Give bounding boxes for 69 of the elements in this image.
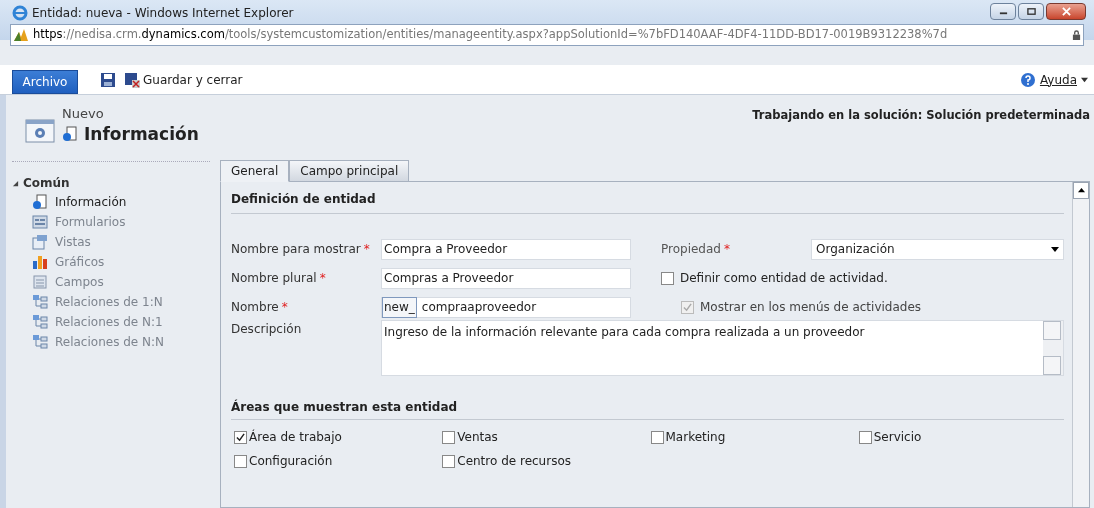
checkbox-label: Centro de recursos [457, 453, 571, 470]
close-icon [1061, 7, 1071, 16]
required-mark: * [363, 242, 370, 256]
checkbox[interactable] [442, 454, 456, 468]
field-label: Nombre * [231, 299, 289, 316]
grid-icon [32, 234, 48, 250]
text-field[interactable]: Compra a Proveedor [381, 238, 631, 260]
hierarchy-icon [32, 314, 48, 330]
document-icon [32, 274, 48, 290]
address-field[interactable]: https://nedisa.crm.dynamics.com/tools/systemcustomization/entities/manageentity.aspx?appSolutionId=%7bFD140AAF-4DF4-11DD-BD17-0019B9312238%7d [10, 24, 1084, 46]
logo-icon [13, 27, 29, 43]
nav-group-toggle[interactable]: Común [12, 174, 216, 192]
save-close-button[interactable]: Guardar y cerrar [124, 70, 243, 89]
checkbox-label: Configuración [249, 453, 333, 470]
info-page-icon [62, 126, 78, 142]
window-title: Entidad: nueva - Windows Internet Explorer [32, 5, 294, 22]
checkbox-label: Mostrar en los menús de actividades [700, 299, 922, 316]
checkbox[interactable] [661, 271, 674, 285]
close-button[interactable] [1046, 3, 1086, 20]
nav-item[interactable]: Información [12, 192, 216, 212]
checkbox-label: Área de trabajo [249, 428, 342, 446]
page-title: Información [84, 123, 199, 146]
hierarchy-icon [32, 334, 48, 350]
bar-chart-icon [32, 254, 48, 270]
field-label: Descripción [231, 321, 303, 338]
page-subtitle: Nuevo [62, 106, 105, 122]
save-icon [100, 71, 116, 88]
up-arrow-icon [1077, 187, 1085, 194]
hierarchy-icon [32, 294, 48, 310]
checkbox-label: Ventas [457, 429, 498, 446]
required-mark: * [281, 300, 288, 314]
select-field[interactable]: Organización [811, 238, 1064, 260]
name-prefix: new_ [382, 296, 417, 318]
maximize-icon [1026, 7, 1036, 16]
form-icon [32, 214, 48, 230]
lock-icon [1072, 29, 1081, 41]
checkbox[interactable] [234, 454, 247, 468]
tab[interactable]: Campo principal [289, 160, 410, 182]
checkbox[interactable] [234, 430, 247, 444]
checkbox[interactable] [858, 430, 872, 444]
file-tab[interactable]: Archivo [12, 70, 78, 94]
help-button[interactable]: Ayuda [1019, 70, 1088, 89]
field-label: Nombre plural * [231, 270, 327, 287]
dropdown-arrow-icon [1051, 245, 1059, 253]
info-page-icon [32, 194, 48, 210]
field-label: Nombre para mostrar * [231, 241, 371, 258]
expander-icon [12, 179, 19, 187]
checkbox-label: Marketing [665, 429, 726, 446]
maximize-button[interactable] [1018, 3, 1044, 20]
solution-label: Trabajando en la solución: Solución predeterminada [752, 107, 1090, 124]
text-field[interactable]: new_ compraaproveedor [381, 296, 631, 318]
checkbox-label: Definir como entidad de actividad. [680, 270, 888, 287]
caret-icon [1081, 76, 1088, 83]
tab[interactable]: General [220, 160, 290, 182]
browser-icon [12, 5, 28, 21]
scrollbar[interactable] [1072, 182, 1089, 507]
checkbox[interactable] [442, 430, 456, 444]
field-label: Propiedad * [661, 241, 731, 258]
checkbox[interactable] [650, 430, 664, 444]
text-field[interactable]: Compras a Proveedor [381, 267, 631, 289]
scroll-up-button[interactable] [1073, 182, 1089, 199]
section-title: Áreas que muestran esta entidad [231, 398, 459, 416]
save-close-icon [124, 71, 140, 88]
minimize-button[interactable] [990, 3, 1016, 20]
required-mark: * [319, 271, 326, 285]
section-title: Definición de entidad [231, 191, 377, 208]
checkbox-label: Servicio [873, 429, 922, 446]
required-mark: * [723, 242, 730, 256]
help-icon [1019, 71, 1036, 88]
